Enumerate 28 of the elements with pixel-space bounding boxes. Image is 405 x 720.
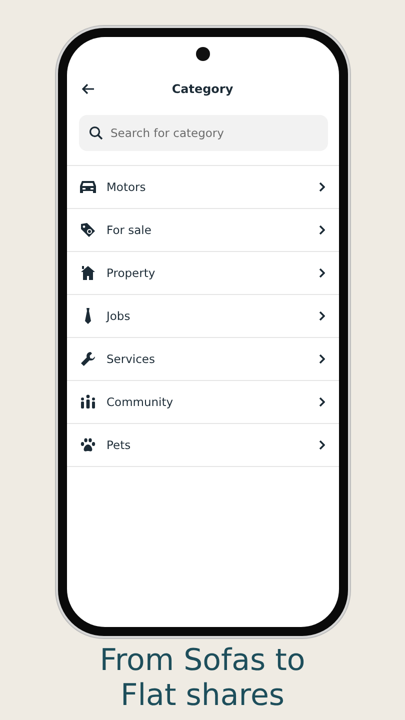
- search-field[interactable]: Search for category: [78, 115, 328, 151]
- chevron-icon: [318, 354, 324, 364]
- chevron-icon: [318, 225, 324, 235]
- people-icon: [80, 394, 96, 410]
- car-icon: [78, 179, 96, 195]
- tie-icon: [82, 308, 92, 324]
- chevron-icon: [318, 182, 324, 192]
- category-item[interactable]: Services: [66, 338, 338, 381]
- chevron-icon: [318, 311, 324, 321]
- chevron-icon: [318, 440, 324, 450]
- chevron-icon: [318, 397, 324, 407]
- chevron-icon: [318, 268, 324, 278]
- house-icon: [80, 265, 96, 281]
- category-item[interactable]: Jobs: [66, 295, 338, 338]
- category-item[interactable]: Property: [66, 252, 338, 295]
- category-item[interactable]: Community: [66, 381, 338, 424]
- tag-icon: [80, 222, 96, 238]
- category-item[interactable]: For sale: [66, 209, 338, 252]
- category-item[interactable]: Pets: [66, 424, 338, 467]
- camera-icon: [196, 47, 210, 61]
- caption-line: From Sofas to: [100, 643, 306, 678]
- search-icon: [88, 126, 102, 140]
- screen-title: Category: [172, 82, 234, 96]
- paw-icon: [80, 437, 96, 453]
- caption-line: Flat shares: [120, 678, 285, 713]
- wrench-icon: [80, 351, 96, 367]
- back-arrow-icon[interactable]: [80, 83, 94, 95]
- category-item[interactable]: Motors: [66, 166, 338, 209]
